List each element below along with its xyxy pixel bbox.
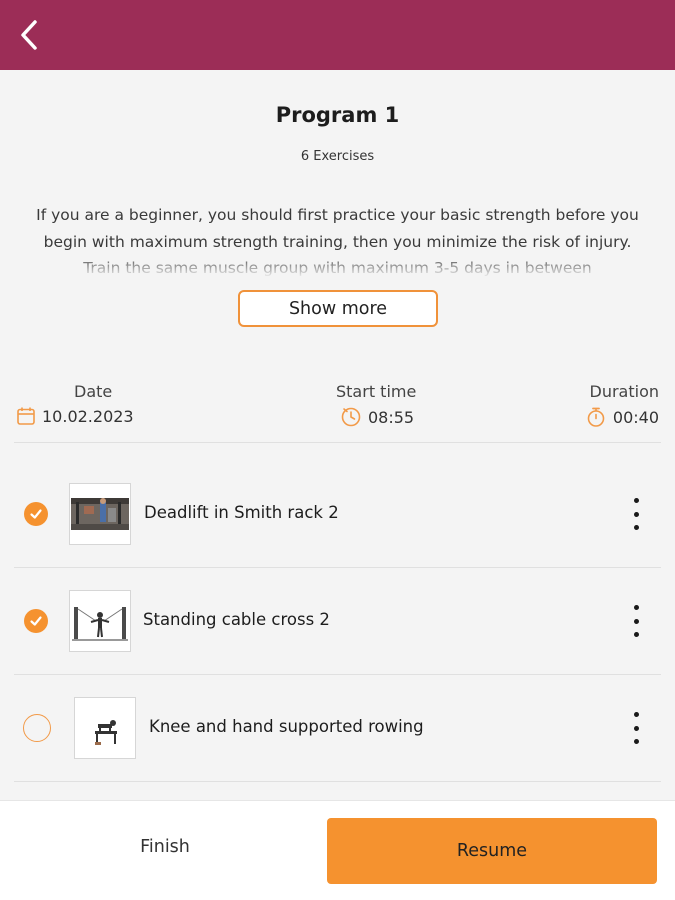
start-time-value: 08:55 (368, 407, 415, 427)
duration-value: 00:40 (612, 407, 659, 427)
description-fade (30, 254, 645, 276)
calendar-icon (17, 407, 35, 425)
date-value: 10.02.2023 (42, 406, 134, 426)
date-info: Date 10.02.2023 (16, 382, 134, 426)
list-item: Standing cable cross 2 (0, 567, 675, 673)
show-more-button[interactable]: Show more (238, 290, 438, 327)
exercise-name[interactable]: Deadlift in Smith rack 2 (144, 503, 339, 522)
top-bar (0, 0, 675, 70)
program-description: If you are a beginner, you should first … (30, 202, 645, 276)
exercise-count: 6 Exercises (300, 149, 375, 164)
finish-button[interactable]: Finish (110, 837, 220, 865)
chevron-left-icon (21, 20, 37, 50)
more-options-icon[interactable] (628, 603, 644, 639)
duration-info: Duration 00:40 (585, 382, 659, 428)
checkmark-icon (30, 509, 42, 519)
more-options-icon[interactable] (628, 710, 644, 746)
completed-checkbox[interactable] (24, 502, 48, 526)
exercise-thumbnail[interactable] (69, 590, 131, 652)
exercise-image (70, 484, 130, 544)
exercise-name[interactable]: Knee and hand supported rowing (149, 717, 424, 736)
exercise-image (70, 591, 130, 651)
duration-label: Duration (589, 382, 660, 401)
start-time-label: Start time (336, 382, 417, 401)
bottom-action-bar: Finish Resume (0, 800, 675, 900)
divider (14, 442, 661, 443)
page-title: Program 1 (275, 103, 400, 127)
list-item: Knee and hand supported rowing (0, 674, 675, 780)
stopwatch-icon (587, 407, 605, 427)
clock-icon (341, 407, 361, 427)
exercise-thumbnail[interactable] (69, 483, 131, 545)
incomplete-checkbox[interactable] (23, 714, 51, 742)
back-button[interactable] (14, 17, 44, 53)
exercise-thumbnail[interactable] (74, 697, 136, 759)
list-item: Deadlift in Smith rack 2 (0, 460, 675, 566)
more-options-icon[interactable] (628, 496, 644, 532)
completed-checkbox[interactable] (24, 609, 48, 633)
exercise-name[interactable]: Standing cable cross 2 (143, 610, 330, 629)
exercise-image (75, 698, 135, 758)
start-time-info: Start time 08:55 (336, 382, 416, 428)
divider (14, 781, 661, 782)
resume-button[interactable]: Resume (327, 818, 657, 884)
checkmark-icon (30, 616, 42, 626)
date-label: Date (74, 382, 113, 401)
